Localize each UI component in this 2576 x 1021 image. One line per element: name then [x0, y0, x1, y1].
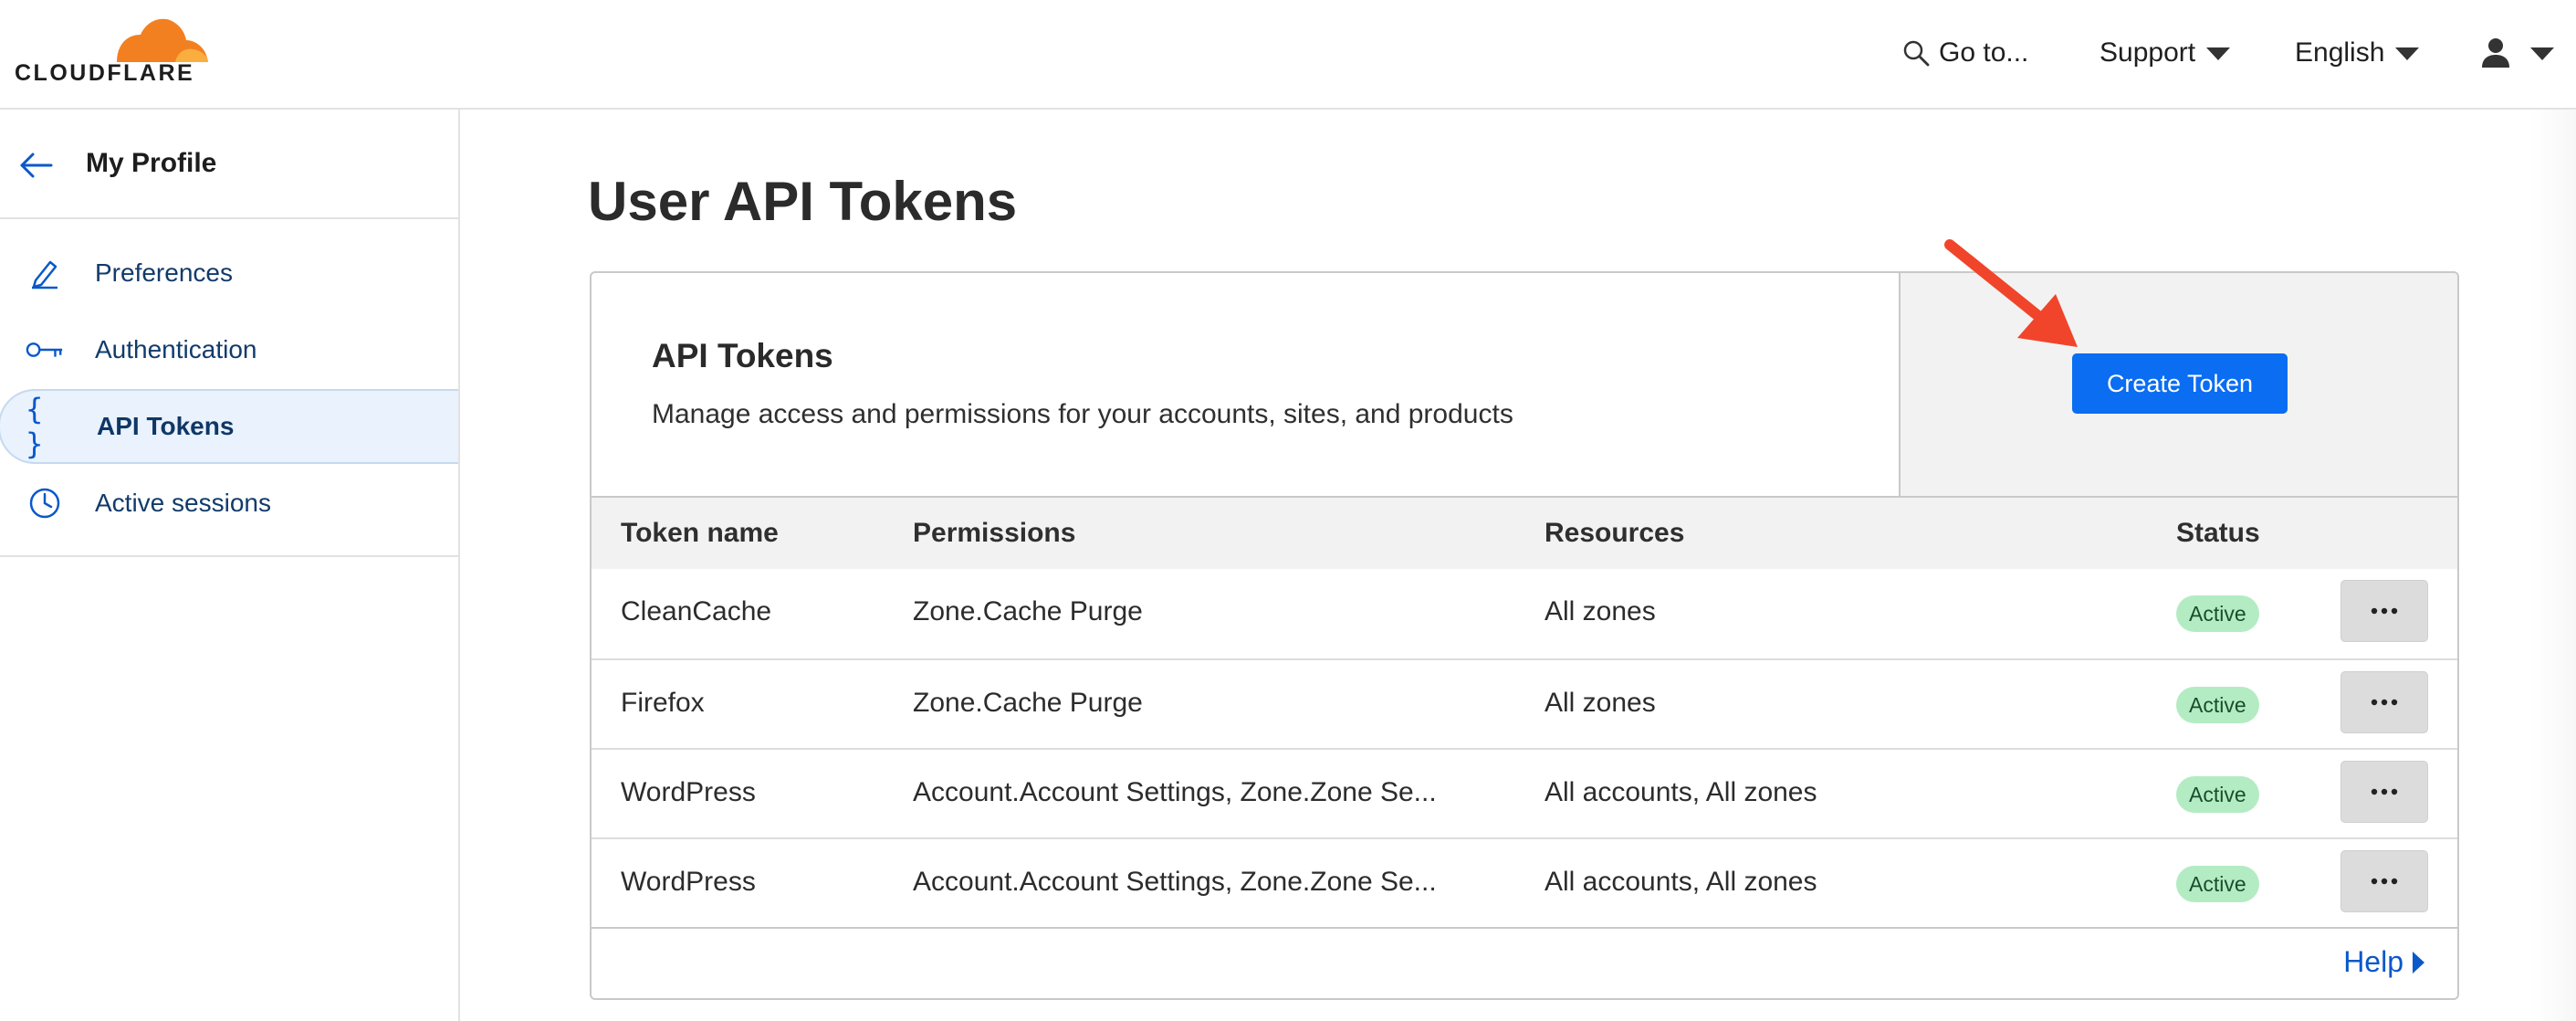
sidebar-item-active-sessions[interactable]: Active sessions — [0, 466, 458, 541]
cloudflare-logo[interactable]: CLOUDFLARE — [15, 13, 215, 86]
search-icon — [1903, 40, 1930, 67]
support-label: Support — [2100, 37, 2196, 68]
sidebar-title: My Profile — [86, 148, 217, 178]
column-header-resources: Resources — [1545, 518, 1685, 548]
status-badge: Active — [2176, 776, 2259, 813]
row-actions-button[interactable] — [2340, 850, 2428, 912]
token-name: WordPress — [621, 777, 756, 807]
profile-sidebar: My Profile Preferences Authentication { … — [0, 110, 460, 1021]
user-avatar-icon — [2482, 38, 2509, 68]
help-link[interactable]: Help — [2343, 945, 2424, 979]
ellipsis-icon — [2371, 878, 2398, 885]
sidebar-item-label: Active sessions — [95, 489, 271, 517]
token-table-body: CleanCache Zone.Cache Purge All zones Ac… — [592, 569, 2457, 927]
card-title: API Tokens — [652, 337, 833, 374]
language-menu[interactable]: English — [2295, 33, 2420, 73]
ellipsis-icon — [2371, 699, 2398, 706]
goto-label: Go to... — [1939, 37, 2029, 68]
token-permissions: Zone.Cache Purge — [913, 688, 1143, 718]
sidebar-item-label: API Tokens — [97, 412, 235, 440]
cloud-logo-icon — [117, 18, 208, 62]
table-row: Firefox Zone.Cache Purge All zones Activ… — [592, 658, 2457, 748]
page-title: User API Tokens — [588, 171, 1018, 232]
caret-down-icon — [2206, 47, 2231, 60]
language-label: English — [2295, 37, 2385, 68]
sidebar-item-label: Authentication — [95, 335, 257, 363]
caret-right-icon — [2413, 951, 2424, 974]
caret-down-icon — [2395, 47, 2420, 60]
card-footer: Help — [592, 927, 2457, 998]
token-name: WordPress — [621, 867, 756, 897]
token-name: Firefox — [621, 688, 705, 718]
sidebar-divider — [0, 555, 458, 557]
sidebar-item-label: Preferences — [95, 258, 233, 287]
token-permissions: Account.Account Settings, Zone.Zone Se..… — [913, 867, 1437, 897]
braces-icon: { } — [26, 392, 44, 461]
clock-icon — [26, 484, 64, 522]
logo-wordmark: CLOUDFLARE — [15, 60, 195, 86]
sidebar-item-authentication[interactable]: Authentication — [0, 312, 458, 387]
key-icon — [26, 331, 64, 369]
sidebar-item-api-tokens[interactable]: { } API Tokens — [0, 389, 458, 464]
token-permissions: Account.Account Settings, Zone.Zone Se..… — [913, 777, 1437, 807]
token-resources: All accounts, All zones — [1545, 777, 1817, 807]
status-badge: Active — [2176, 866, 2259, 902]
table-row: CleanCache Zone.Cache Purge All zones Ac… — [592, 569, 2457, 658]
table-row: WordPress Account.Account Settings, Zone… — [592, 748, 2457, 837]
row-actions-button[interactable] — [2340, 671, 2428, 733]
ellipsis-icon — [2371, 788, 2398, 795]
pencil-icon — [26, 254, 64, 292]
table-row: WordPress Account.Account Settings, Zone… — [592, 837, 2457, 927]
column-header-permissions: Permissions — [913, 518, 1076, 548]
token-resources: All zones — [1545, 596, 1656, 626]
row-actions-button[interactable] — [2340, 761, 2428, 823]
support-menu[interactable]: Support — [2100, 33, 2231, 73]
sidebar-item-preferences[interactable]: Preferences — [0, 236, 458, 311]
status-badge: Active — [2176, 595, 2259, 632]
user-menu[interactable] — [2479, 33, 2554, 73]
card-description: Manage access and permissions for your a… — [652, 399, 1513, 429]
help-label: Help — [2343, 945, 2403, 978]
token-permissions: Zone.Cache Purge — [913, 596, 1143, 626]
sidebar-header: My Profile — [0, 110, 458, 219]
column-header-status: Status — [2176, 518, 2260, 548]
row-actions-button[interactable] — [2340, 580, 2428, 642]
card-header: API Tokens Manage access and permissions… — [592, 273, 1899, 496]
top-bar: CLOUDFLARE Go to... Support English — [0, 0, 2576, 110]
token-resources: All zones — [1545, 688, 1656, 718]
ellipsis-icon — [2371, 607, 2398, 615]
back-arrow-icon[interactable] — [18, 150, 55, 181]
token-name: CleanCache — [621, 596, 772, 626]
token-resources: All accounts, All zones — [1545, 867, 1817, 897]
annotation-arrow-icon — [1944, 239, 2078, 347]
create-token-button[interactable]: Create Token — [2072, 353, 2288, 414]
page-edge-shadow — [2530, 110, 2576, 1021]
column-header-token-name: Token name — [621, 518, 779, 548]
api-tokens-card: API Tokens Manage access and permissions… — [590, 271, 2459, 1000]
status-badge: Active — [2176, 687, 2259, 723]
caret-down-icon — [2530, 47, 2554, 60]
goto-search-button[interactable]: Go to... — [1902, 33, 2028, 73]
table-header: Token name Permissions Resources Status — [592, 496, 2457, 569]
